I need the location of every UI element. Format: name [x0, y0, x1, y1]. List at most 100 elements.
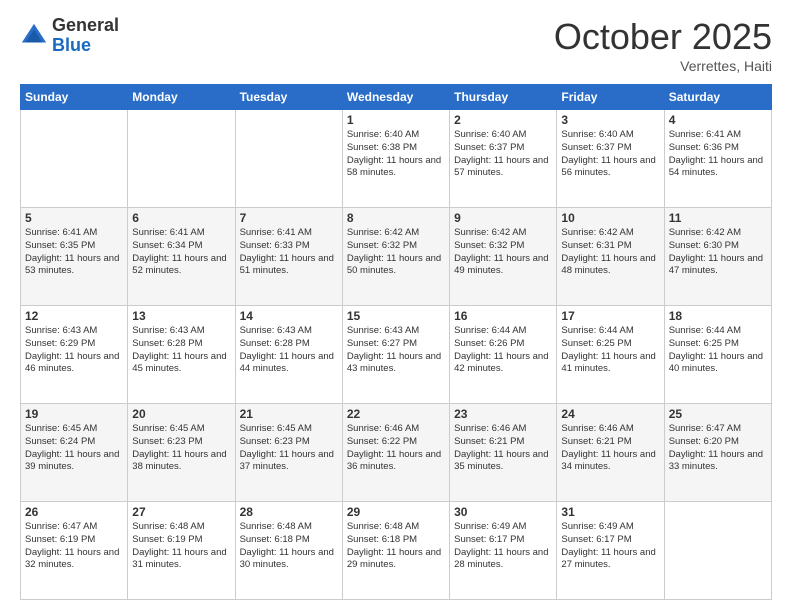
day-number: 21 — [240, 407, 338, 421]
calendar-cell: 3Sunrise: 6:40 AMSunset: 6:37 PMDaylight… — [557, 110, 664, 208]
calendar-cell — [128, 110, 235, 208]
calendar-cell: 4 Sunrise: 6:41 AMSunset: 6:36 PMDaylight… — [664, 110, 771, 208]
calendar-cell: 7 Sunrise: 6:41 AMSunset: 6:33 PMDaylight… — [235, 208, 342, 306]
day-info: Sunrise: 6:41 AMSunset: 6:36 PMDaylight:… — [669, 129, 763, 178]
calendar-week-row: 12 Sunrise: 6:43 AMSunset: 6:29 PMDayligh… — [21, 306, 772, 404]
day-info: Sunrise: 6:43 AMSunset: 6:28 PMDaylight:… — [132, 325, 226, 374]
day-info: Sunrise: 6:46 AMSunset: 6:21 PMDaylight:… — [561, 423, 655, 472]
header-sunday: Sunday — [21, 85, 128, 110]
calendar-cell: 31 Sunrise: 6:49 AMSunset: 6:17 PMDayligh… — [557, 502, 664, 600]
calendar-cell: 28Sunrise: 6:48 AMSunset: 6:18 PMDayligh… — [235, 502, 342, 600]
calendar-cell — [664, 502, 771, 600]
logo-blue-text: Blue — [52, 36, 119, 56]
calendar-week-row: 26Sunrise: 6:47 AMSunset: 6:19 PMDayligh… — [21, 502, 772, 600]
day-number: 9 — [454, 211, 552, 225]
header-friday: Friday — [557, 85, 664, 110]
calendar-cell: 20 Sunrise: 6:45 AMSunset: 6:23 PMDayligh… — [128, 404, 235, 502]
day-number: 24 — [561, 407, 659, 421]
calendar-cell: 30 Sunrise: 6:49 AMSunset: 6:17 PMDayligh… — [450, 502, 557, 600]
calendar-cell: 11 Sunrise: 6:42 AMSunset: 6:30 PMDayligh… — [664, 208, 771, 306]
day-info: Sunrise: 6:48 AMSunset: 6:19 PMDaylight:… — [132, 521, 226, 570]
calendar-cell: 10Sunrise: 6:42 AMSunset: 6:31 PMDayligh… — [557, 208, 664, 306]
calendar-cell: 17Sunrise: 6:44 AMSunset: 6:25 PMDayligh… — [557, 306, 664, 404]
header-tuesday: Tuesday — [235, 85, 342, 110]
day-info: Sunrise: 6:45 AMSunset: 6:23 PMDaylight:… — [132, 423, 226, 472]
logo: General Blue — [20, 16, 119, 56]
day-number: 12 — [25, 309, 123, 323]
day-number: 11 — [669, 211, 767, 225]
day-number: 22 — [347, 407, 445, 421]
calendar-week-row: 5 Sunrise: 6:41 AMSunset: 6:35 PMDaylight… — [21, 208, 772, 306]
day-number: 26 — [25, 505, 123, 519]
day-number: 20 — [132, 407, 230, 421]
day-number: 8 — [347, 211, 445, 225]
day-info: Sunrise: 6:41 AMSunset: 6:34 PMDaylight:… — [132, 227, 226, 276]
day-info: Sunrise: 6:43 AMSunset: 6:29 PMDaylight:… — [25, 325, 119, 374]
header-monday: Monday — [128, 85, 235, 110]
day-number: 5 — [25, 211, 123, 225]
day-number: 30 — [454, 505, 552, 519]
calendar-cell: 6 Sunrise: 6:41 AMSunset: 6:34 PMDaylight… — [128, 208, 235, 306]
calendar-cell: 2 Sunrise: 6:40 AMSunset: 6:37 PMDaylight… — [450, 110, 557, 208]
day-number: 6 — [132, 211, 230, 225]
day-info: Sunrise: 6:47 AMSunset: 6:20 PMDaylight:… — [669, 423, 763, 472]
day-number: 19 — [25, 407, 123, 421]
calendar-cell: 26Sunrise: 6:47 AMSunset: 6:19 PMDayligh… — [21, 502, 128, 600]
calendar-cell: 9 Sunrise: 6:42 AMSunset: 6:32 PMDaylight… — [450, 208, 557, 306]
month-title: October 2025 — [554, 16, 772, 58]
day-number: 4 — [669, 113, 767, 127]
day-info: Sunrise: 6:49 AMSunset: 6:17 PMDaylight:… — [561, 521, 655, 570]
calendar-cell: 19 Sunrise: 6:45 AMSunset: 6:24 PMDayligh… — [21, 404, 128, 502]
day-number: 31 — [561, 505, 659, 519]
day-info: Sunrise: 6:44 AMSunset: 6:26 PMDaylight:… — [454, 325, 548, 374]
header: General Blue October 2025 Verrettes, Hai… — [20, 16, 772, 74]
calendar-week-row: 19 Sunrise: 6:45 AMSunset: 6:24 PMDayligh… — [21, 404, 772, 502]
weekday-header-row: Sunday Monday Tuesday Wednesday Thursday… — [21, 85, 772, 110]
location: Verrettes, Haiti — [554, 58, 772, 74]
day-info: Sunrise: 6:45 AMSunset: 6:23 PMDaylight:… — [240, 423, 334, 472]
day-info: Sunrise: 6:41 AMSunset: 6:33 PMDaylight:… — [240, 227, 334, 276]
day-number: 15 — [347, 309, 445, 323]
day-info: Sunrise: 6:46 AMSunset: 6:22 PMDaylight:… — [347, 423, 441, 472]
calendar-cell: 29Sunrise: 6:48 AMSunset: 6:18 PMDayligh… — [342, 502, 449, 600]
day-number: 25 — [669, 407, 767, 421]
calendar-cell: 1 Sunrise: 6:40 AMSunset: 6:38 PMDaylight… — [342, 110, 449, 208]
day-number: 13 — [132, 309, 230, 323]
header-right: October 2025 Verrettes, Haiti — [554, 16, 772, 74]
day-number: 14 — [240, 309, 338, 323]
calendar-cell: 24 Sunrise: 6:46 AMSunset: 6:21 PMDayligh… — [557, 404, 664, 502]
day-number: 7 — [240, 211, 338, 225]
day-info: Sunrise: 6:49 AMSunset: 6:17 PMDaylight:… — [454, 521, 548, 570]
calendar-cell: 5 Sunrise: 6:41 AMSunset: 6:35 PMDaylight… — [21, 208, 128, 306]
day-number: 1 — [347, 113, 445, 127]
calendar-cell: 13 Sunrise: 6:43 AMSunset: 6:28 PMDayligh… — [128, 306, 235, 404]
day-info: Sunrise: 6:44 AMSunset: 6:25 PMDaylight:… — [669, 325, 763, 374]
day-info: Sunrise: 6:44 AMSunset: 6:25 PMDaylight:… — [561, 325, 655, 374]
header-thursday: Thursday — [450, 85, 557, 110]
calendar-cell — [21, 110, 128, 208]
calendar-cell: 14Sunrise: 6:43 AMSunset: 6:28 PMDayligh… — [235, 306, 342, 404]
day-info: Sunrise: 6:48 AMSunset: 6:18 PMDaylight:… — [347, 521, 441, 570]
day-info: Sunrise: 6:45 AMSunset: 6:24 PMDaylight:… — [25, 423, 119, 472]
calendar-cell: 15 Sunrise: 6:43 AMSunset: 6:27 PMDayligh… — [342, 306, 449, 404]
day-info: Sunrise: 6:40 AMSunset: 6:38 PMDaylight:… — [347, 129, 441, 178]
day-number: 27 — [132, 505, 230, 519]
day-number: 3 — [561, 113, 659, 127]
day-number: 28 — [240, 505, 338, 519]
calendar-cell — [235, 110, 342, 208]
day-number: 23 — [454, 407, 552, 421]
day-info: Sunrise: 6:43 AMSunset: 6:27 PMDaylight:… — [347, 325, 441, 374]
day-info: Sunrise: 6:40 AMSunset: 6:37 PMDaylight:… — [454, 129, 548, 178]
day-info: Sunrise: 6:42 AMSunset: 6:32 PMDaylight:… — [347, 227, 441, 276]
calendar-table: Sunday Monday Tuesday Wednesday Thursday… — [20, 84, 772, 600]
page: General Blue October 2025 Verrettes, Hai… — [0, 0, 792, 612]
header-wednesday: Wednesday — [342, 85, 449, 110]
day-info: Sunrise: 6:41 AMSunset: 6:35 PMDaylight:… — [25, 227, 119, 276]
day-number: 10 — [561, 211, 659, 225]
logo-icon — [20, 22, 48, 50]
day-info: Sunrise: 6:42 AMSunset: 6:32 PMDaylight:… — [454, 227, 548, 276]
logo-general-text: General — [52, 16, 119, 36]
day-number: 2 — [454, 113, 552, 127]
day-info: Sunrise: 6:42 AMSunset: 6:30 PMDaylight:… — [669, 227, 763, 276]
calendar-cell: 23Sunrise: 6:46 AMSunset: 6:21 PMDayligh… — [450, 404, 557, 502]
